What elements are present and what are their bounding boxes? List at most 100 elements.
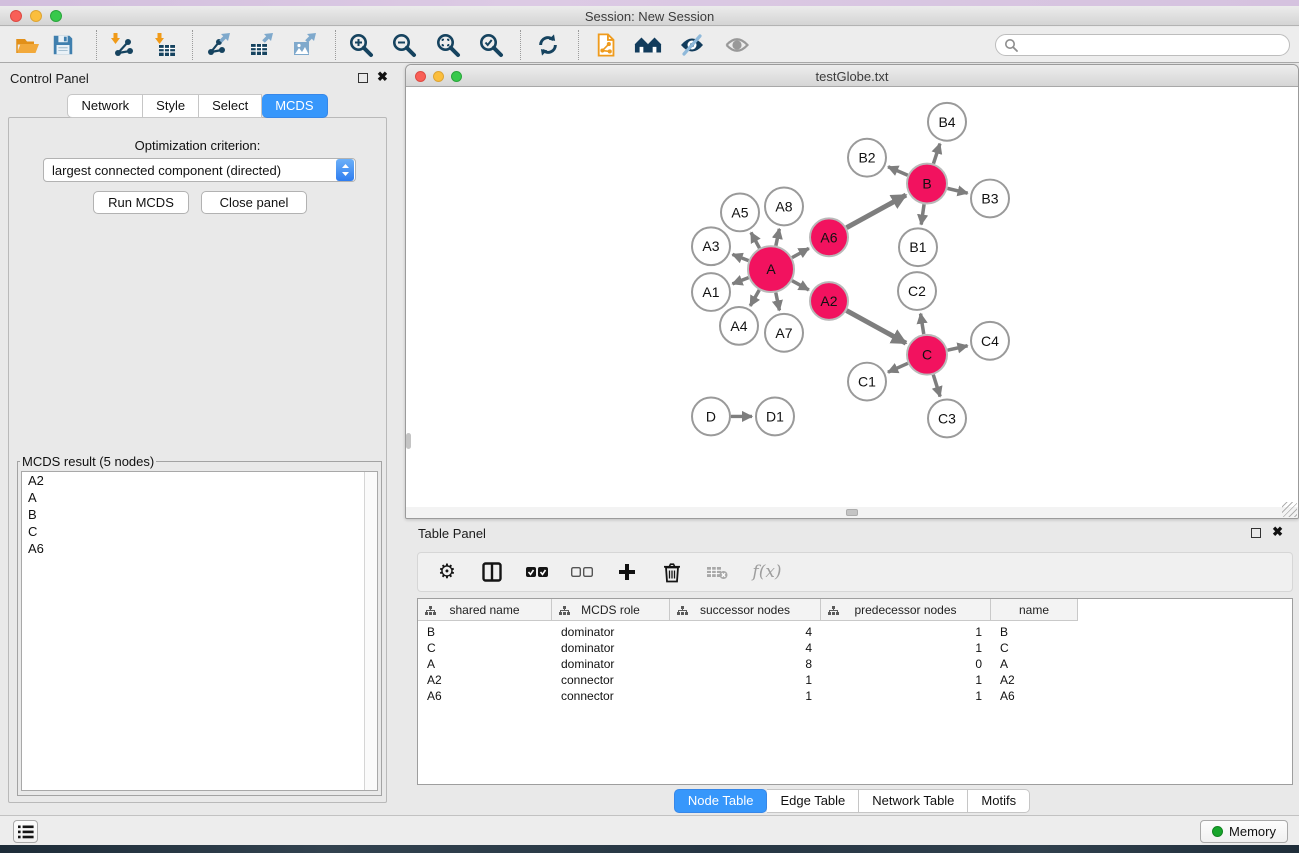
table-row[interactable]: Cdominator41C xyxy=(418,640,1292,656)
graph-node-B3[interactable]: B3 xyxy=(971,180,1009,218)
export-network-icon[interactable] xyxy=(204,31,232,59)
tab-motifs[interactable]: Motifs xyxy=(968,789,1030,813)
table-row[interactable]: Bdominator41B xyxy=(418,624,1292,640)
graph-edge-A-A1[interactable] xyxy=(732,278,748,284)
table-cell[interactable]: A2 xyxy=(418,673,552,687)
table-cell[interactable]: 1 xyxy=(670,673,821,687)
graph-edge-B-B1[interactable] xyxy=(921,204,924,224)
tab-select[interactable]: Select xyxy=(199,94,262,118)
graph-edge-C-C1[interactable] xyxy=(888,363,908,372)
table-cell[interactable]: connector xyxy=(552,673,670,687)
graph-edge-C-C3[interactable] xyxy=(933,375,940,397)
graph-edge-A-A8[interactable] xyxy=(776,229,780,246)
column-header-name[interactable]: name xyxy=(991,599,1078,621)
mcds-result-item[interactable]: B xyxy=(22,506,377,523)
graph-node-A[interactable]: A xyxy=(748,246,794,292)
table-panel-float-icon[interactable] xyxy=(1251,528,1261,538)
graph-node-B[interactable]: B xyxy=(907,164,947,204)
graph-edge-B-B2[interactable] xyxy=(888,167,908,175)
table-cell[interactable]: 1 xyxy=(821,641,991,655)
graph-node-D1[interactable]: D1 xyxy=(756,398,794,436)
criterion-dropdown[interactable]: largest connected component (directed) xyxy=(43,158,356,182)
graph-node-A6[interactable]: A6 xyxy=(810,218,848,256)
eye-icon[interactable] xyxy=(723,31,751,59)
table-cell[interactable]: 0 xyxy=(821,657,991,671)
tab-network-table[interactable]: Network Table xyxy=(859,789,968,813)
mcds-result-item[interactable]: A xyxy=(22,489,377,506)
table-cell[interactable]: 1 xyxy=(821,625,991,639)
home-icon[interactable] xyxy=(634,31,662,59)
close-panel-button[interactable]: Close panel xyxy=(201,191,307,214)
control-panel-float-icon[interactable] xyxy=(358,73,368,83)
graph-node-A5[interactable]: A5 xyxy=(721,193,759,231)
table-cell[interactable]: B xyxy=(991,625,1078,639)
run-mcds-button[interactable]: Run MCDS xyxy=(93,191,189,214)
horizontal-scrollbar-thumb[interactable] xyxy=(846,509,858,516)
graph-node-B2[interactable]: B2 xyxy=(848,139,886,177)
graph-edge-A2-C[interactable] xyxy=(847,311,906,344)
column-header-predecessor-nodes[interactable]: predecessor nodes xyxy=(821,599,991,621)
refresh-layout-icon[interactable] xyxy=(534,31,562,59)
table-cell[interactable]: C xyxy=(991,641,1078,655)
delete-column-icon[interactable] xyxy=(660,560,684,584)
mcds-result-list[interactable]: A2ABCA6 xyxy=(21,471,378,791)
graph-node-D[interactable]: D xyxy=(692,398,730,436)
mcds-result-item[interactable]: C xyxy=(22,523,377,540)
hide-graphics-details-icon[interactable] xyxy=(678,31,706,59)
tab-network[interactable]: Network xyxy=(67,94,143,118)
table-cell[interactable]: connector xyxy=(552,689,670,703)
table-cell[interactable]: A xyxy=(991,657,1078,671)
graph-node-C3[interactable]: C3 xyxy=(928,400,966,438)
table-cell[interactable]: dominator xyxy=(552,657,670,671)
zoom-out-icon[interactable] xyxy=(390,31,418,59)
add-column-icon[interactable] xyxy=(615,560,639,584)
tab-mcds[interactable]: MCDS xyxy=(262,94,327,118)
table-cell[interactable]: B xyxy=(418,625,552,639)
export-table-icon[interactable] xyxy=(247,31,275,59)
tab-style[interactable]: Style xyxy=(143,94,199,118)
control-panel-close-icon[interactable]: ✖ xyxy=(377,72,388,82)
network-canvas[interactable]: AA1A2A3A4A5A6A7A8BB1B2B3B4CC1C2C3C4DD1 xyxy=(406,87,1298,507)
graph-edge-A-A4[interactable] xyxy=(750,290,759,306)
graph-node-C1[interactable]: C1 xyxy=(848,363,886,401)
graph-edge-A-A2[interactable] xyxy=(792,281,809,290)
save-session-icon[interactable] xyxy=(49,31,77,59)
table-cell[interactable]: dominator xyxy=(552,625,670,639)
zoom-selected-icon[interactable] xyxy=(477,31,505,59)
column-layout-icon[interactable] xyxy=(480,560,504,584)
mcds-result-item[interactable]: A6 xyxy=(22,540,377,557)
graph-edge-A-A3[interactable] xyxy=(732,254,748,260)
table-cell[interactable]: A6 xyxy=(991,689,1078,703)
tab-edge-table[interactable]: Edge Table xyxy=(767,789,859,813)
table-cell[interactable]: 4 xyxy=(670,641,821,655)
graph-node-A7[interactable]: A7 xyxy=(765,314,803,352)
graph-edge-A6-B[interactable] xyxy=(847,195,906,228)
graph-edge-C-C4[interactable] xyxy=(947,346,967,350)
import-network-icon[interactable] xyxy=(107,31,135,59)
network-graph[interactable]: AA1A2A3A4A5A6A7A8BB1B2B3B4CC1C2C3C4DD1 xyxy=(406,87,1298,507)
table-cell[interactable]: dominator xyxy=(552,641,670,655)
table-row[interactable]: A2connector11A2 xyxy=(418,672,1292,688)
graph-edge-B-B3[interactable] xyxy=(947,188,967,193)
table-cell[interactable]: 8 xyxy=(670,657,821,671)
graph-node-C2[interactable]: C2 xyxy=(898,272,936,310)
task-history-button[interactable] xyxy=(13,820,38,843)
search-field[interactable] xyxy=(995,34,1290,56)
table-cell[interactable]: C xyxy=(418,641,552,655)
graph-node-B4[interactable]: B4 xyxy=(928,103,966,141)
graph-node-A3[interactable]: A3 xyxy=(692,227,730,265)
table-row[interactable]: Adominator80A xyxy=(418,656,1292,672)
column-header-successor-nodes[interactable]: successor nodes xyxy=(670,599,821,621)
graph-node-A2[interactable]: A2 xyxy=(810,282,848,320)
table-cell[interactable]: A xyxy=(418,657,552,671)
graph-edge-A-A6[interactable] xyxy=(792,248,809,257)
table-cell[interactable]: A6 xyxy=(418,689,552,703)
export-image-icon[interactable] xyxy=(290,31,318,59)
graph-node-A8[interactable]: A8 xyxy=(765,188,803,226)
network-window-title-bar[interactable]: testGlobe.txt xyxy=(406,65,1298,87)
open-session-icon[interactable] xyxy=(14,31,42,59)
memory-button[interactable]: Memory xyxy=(1200,820,1288,843)
table-cell[interactable]: 1 xyxy=(821,673,991,687)
graph-edge-C-C2[interactable] xyxy=(921,314,924,334)
horizontal-scrollbar[interactable] xyxy=(406,507,1298,518)
